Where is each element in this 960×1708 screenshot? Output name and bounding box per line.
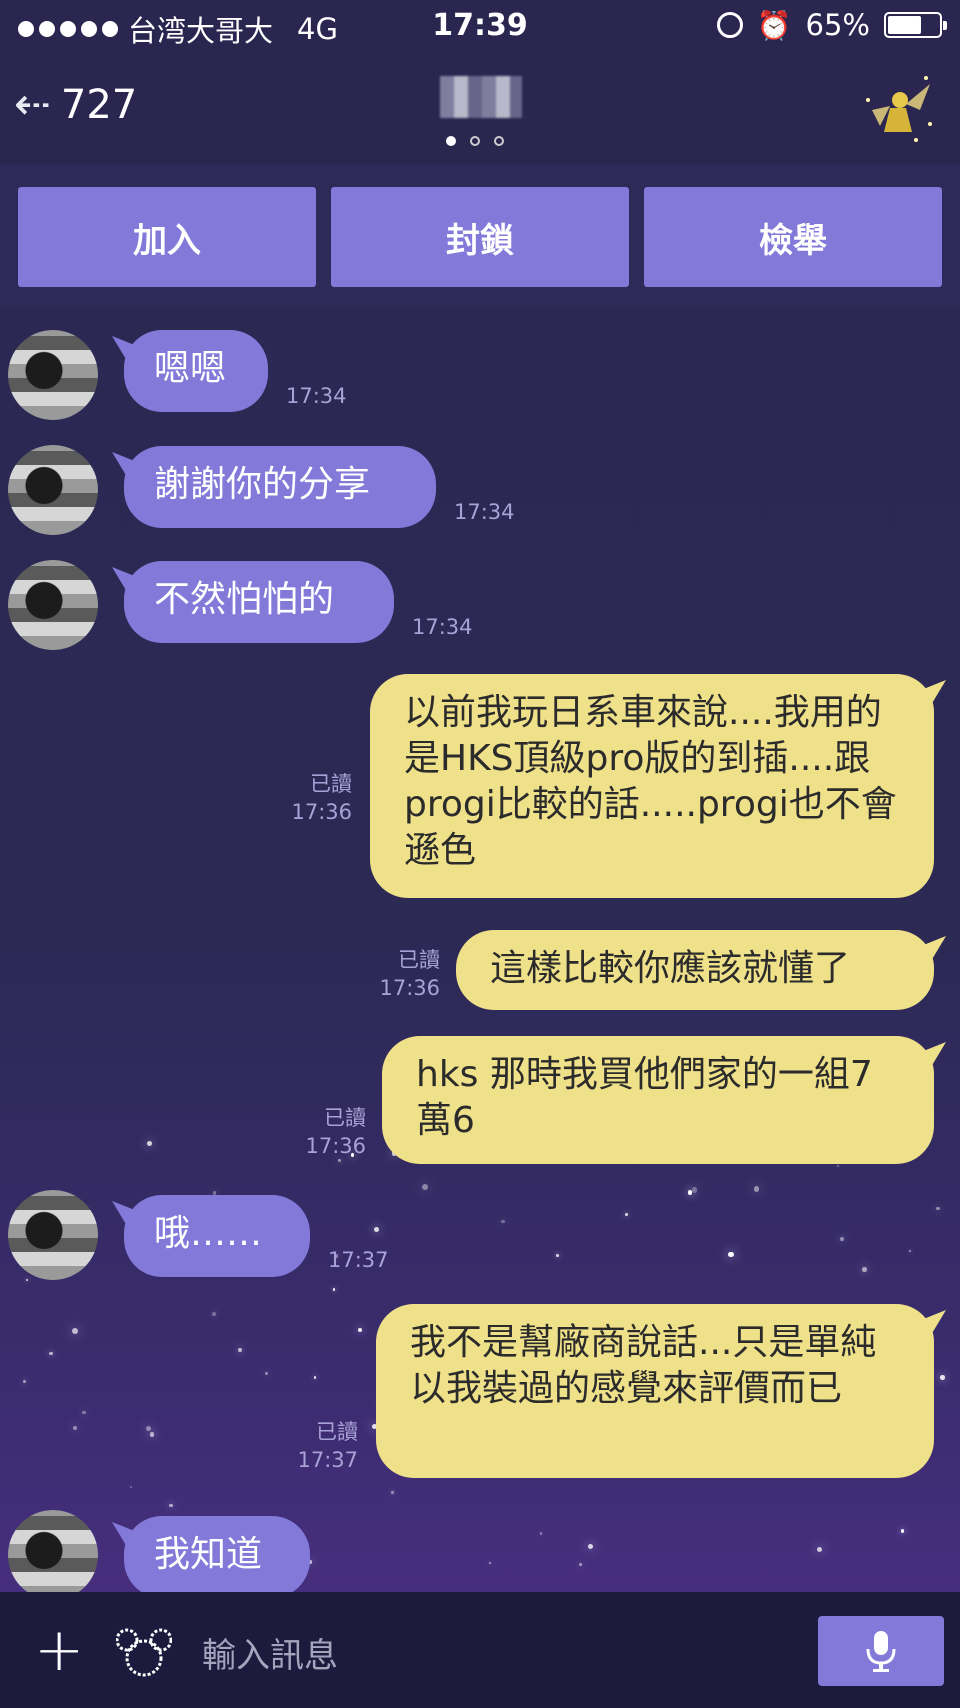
sparkle [238,1348,242,1352]
sparkle [624,1212,628,1216]
message-list[interactable]: 嗯嗯 17:34 謝謝你的分享 17:34 不然怕怕的 17:34 已讀 17:… [0,310,960,1592]
add-friend-button[interactable]: 加入 [18,187,316,287]
sparkle [817,1547,823,1553]
sparkle [588,1544,594,1550]
alarm-icon: ⏰ [756,8,792,42]
message-bubble-incoming[interactable]: 嗯嗯 [124,330,268,412]
unread-count: 727 [60,82,138,128]
sparkle [358,1327,363,1332]
message-bubble-outgoing[interactable]: 這樣比較你應該就懂了 [456,930,934,1010]
sparkle [146,1426,152,1432]
contact-avatar[interactable] [8,1190,98,1280]
sparkle [71,1328,78,1334]
read-receipt: 已讀 17:36 [270,770,352,826]
message-time: 17:34 [412,615,473,639]
sparkle [146,1140,152,1146]
sparkle [900,1529,905,1533]
microphone-icon [866,1631,896,1672]
sparkle [687,1190,693,1195]
sparkle [692,1187,698,1193]
battery-percent: 65% [805,8,870,42]
sparkle [936,1206,941,1211]
message-time: 17:36 [379,976,440,1000]
sparkle [501,1220,505,1224]
contact-avatar[interactable] [8,330,98,420]
sparkle [49,1352,53,1356]
orientation-lock-icon [716,12,743,38]
sparkle [728,1251,734,1258]
read-receipt: 已讀 17:37 [290,1418,358,1474]
sparkle [72,1425,77,1430]
sparkle [940,1375,945,1380]
read-receipt: 已讀 17:36 [286,1104,366,1160]
message-bubble-outgoing[interactable]: 以前我玩日系車來說....我用的是HKS頂級pro版的到插....跟progi比… [370,674,934,898]
page-dot [446,136,456,146]
block-button[interactable]: 封鎖 [331,187,629,287]
sparkle [313,1376,317,1379]
contact-avatar[interactable] [8,1510,98,1592]
sparkle [837,1164,840,1168]
read-label: 已讀 [398,948,440,972]
message-bubble-incoming[interactable]: 哦…… [124,1195,310,1277]
sparkle [26,1278,29,1281]
chat-title-blurred [440,76,522,118]
status-bar: 台湾大哥大 4G 17:39 ⏰ 65% [0,0,960,52]
sparkle [862,1267,867,1272]
page-dot [470,136,480,146]
message-bubble-incoming[interactable]: 我知道 [124,1516,310,1592]
sparkle [753,1186,760,1192]
message-input-bar: + 輸入訊息 [0,1592,960,1708]
message-bubble-incoming[interactable]: 謝謝你的分享 [124,446,436,528]
sparkle [488,1561,491,1564]
sparkle [129,1485,133,1489]
sparkle [422,1184,428,1191]
contact-avatar[interactable] [8,445,98,535]
message-bubble-outgoing[interactable]: hks 那時我買他們家的一組7萬6 [382,1036,934,1164]
plus-icon[interactable]: + [34,1620,84,1680]
back-arrow-icon: ⇠ [14,79,51,130]
chat-header: ⇠ 727 [0,52,960,165]
theme-fairy-icon[interactable] [860,70,936,146]
message-time: 17:37 [297,1448,358,1472]
message-time: 17:36 [305,1134,366,1158]
page-dot [494,136,504,146]
sparkle [22,1379,27,1383]
message-time: 17:37 [328,1248,389,1272]
sparkle [212,1312,216,1316]
sticker-mickey-icon[interactable] [116,1628,172,1678]
sparkle [169,1503,173,1507]
sparkle [150,1432,155,1437]
sparkle [556,1254,559,1257]
sparkle [332,1288,335,1291]
back-button[interactable]: ⇠ 727 [14,82,137,128]
sparkle [82,1410,86,1415]
message-bubble-incoming[interactable]: 不然怕怕的 [124,561,394,643]
battery-icon [884,12,947,38]
sparkle [373,1226,379,1232]
read-label: 已讀 [316,1420,358,1444]
message-time: 17:34 [454,500,515,524]
message-time: 17:34 [286,384,347,408]
contact-avatar[interactable] [8,560,98,650]
status-right: ⏰ 65% [716,8,947,42]
message-input[interactable]: 輸入訊息 [202,1628,338,1677]
page-indicator [446,136,504,146]
voice-message-button[interactable] [818,1616,944,1686]
message-time: 17:36 [291,800,352,824]
message-bubble-outgoing[interactable]: 我不是幫廠商說話...只是單純以我裝過的感覺來評價而已 [376,1304,934,1478]
sparkle [539,1532,543,1535]
sparkle [265,1371,269,1375]
action-buttons-bar: 加入 封鎖 檢舉 [0,164,960,310]
sparkle [908,1250,911,1253]
report-button[interactable]: 檢舉 [644,187,942,287]
read-label: 已讀 [310,772,352,796]
read-label: 已讀 [324,1106,366,1130]
sparkle [578,1562,583,1567]
sparkle [839,1237,844,1242]
sparkle [391,1491,394,1494]
read-receipt: 已讀 17:36 [360,946,440,1002]
